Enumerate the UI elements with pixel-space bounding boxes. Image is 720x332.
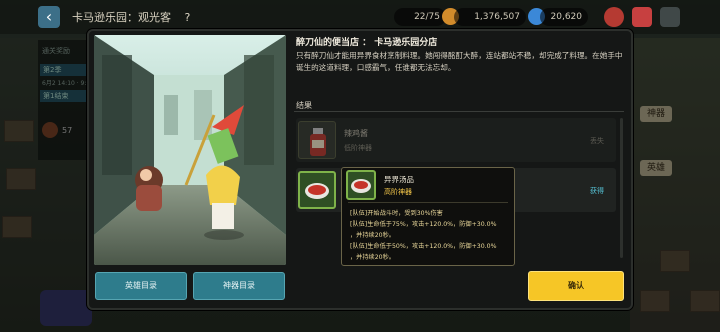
menu-icon[interactable]: [660, 7, 680, 27]
mail-icon[interactable]: [632, 7, 652, 27]
result-status: 丢失: [590, 137, 604, 145]
stamina-counter: 22/75: [394, 8, 446, 26]
tooltip-thumbnail: [346, 170, 376, 200]
tooltip-item-grade: 高阶神器: [384, 188, 412, 196]
tooltip-effect: ，并持续20秒。: [350, 232, 395, 239]
confirm-button[interactable]: 确认: [528, 271, 624, 301]
tooltip-divider: [348, 202, 508, 203]
item-thumbnail: [298, 171, 336, 209]
result-row[interactable]: 辣鸡酱 低阶神器 丢失: [296, 118, 616, 162]
artifact-list-button[interactable]: 神器目录: [193, 272, 285, 300]
hero-list-button[interactable]: 英雄目录: [95, 272, 187, 300]
item-thumbnail: [298, 121, 336, 159]
breadcrumb: 卡马逊乐园：观光客 ?: [72, 9, 190, 25]
result-grade: 低阶神器: [344, 144, 372, 152]
result-name: 辣鸡酱: [344, 129, 368, 138]
tooltip-effect: [队伍]生命低于75%，攻击+120.0%，防御+30.0%: [350, 221, 497, 228]
location-title: 卡马逊乐园：观光客: [72, 11, 171, 24]
results-divider: [294, 111, 624, 112]
soup-bowl-icon: [305, 183, 329, 199]
tooltip-effect: ，并持续20秒。: [350, 254, 395, 261]
gem-counter: 20,620: [540, 8, 588, 26]
results-scrollbar[interactable]: [620, 118, 623, 258]
tooltip-effect: [队伍]生命低于50%，攻击+120.0%，防御+30.0%: [350, 243, 497, 250]
gold-counter: 1,376,507: [454, 8, 526, 26]
item-tooltip: 异界汤品 高阶神器 [队伍]开始战斗时，受到30%伤害 [队伍]生命低于75%，…: [341, 167, 515, 266]
back-button[interactable]: ‹: [38, 6, 60, 28]
recipe-description: 只有醉刀仙才能用异界食材烹制料理。她闯得酩酊大醉，连站都站不稳，却完成了料理。在…: [296, 51, 623, 72]
tooltip-effect: [队伍]开始战斗时，受到30%伤害: [350, 210, 443, 217]
recipe-title: 醉刀仙的便当店 ： 卡马逊乐园分店: [296, 38, 438, 48]
illustration-art: [94, 35, 286, 265]
chili-sauce-icon: [310, 128, 326, 156]
tooltip-item-name: 异界汤品: [384, 175, 414, 184]
result-status: 获得: [590, 187, 604, 195]
soup-bowl-icon: [351, 179, 371, 193]
help-icon[interactable]: ?: [185, 11, 191, 24]
recipe-illustration: [94, 35, 286, 265]
results-label: 结果: [296, 101, 312, 110]
profile-icon[interactable]: [604, 7, 624, 27]
back-arrow-icon: ‹: [45, 7, 53, 26]
